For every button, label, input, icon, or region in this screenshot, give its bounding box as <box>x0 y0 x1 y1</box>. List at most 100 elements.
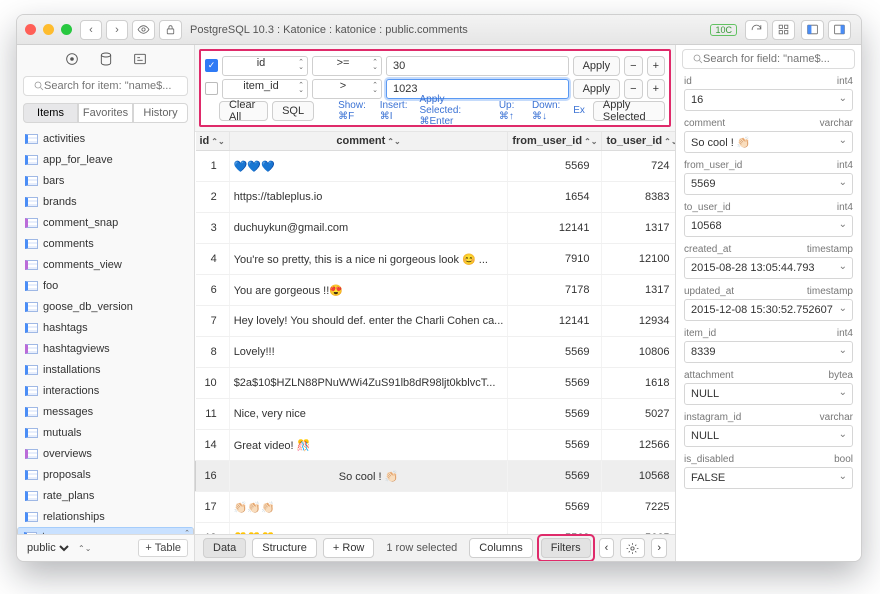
sidebar-search-input[interactable] <box>23 76 188 96</box>
table-row[interactable]: 11Nice, very nice556950272015-09-1908:38… <box>196 399 676 430</box>
structure-tab[interactable]: Structure <box>252 538 317 558</box>
forward-button[interactable]: › <box>106 20 128 40</box>
sidebar-item-app_for_leave[interactable]: app_for_leave <box>17 149 194 170</box>
tab-items[interactable]: Items <box>23 103 78 123</box>
table-row[interactable]: 17👏🏻👏🏻👏🏻556972252015-10-0206:23:38.88420… <box>196 492 676 523</box>
filter-val-1[interactable] <box>386 56 569 76</box>
table-icon <box>25 134 38 144</box>
field-value[interactable] <box>684 299 853 321</box>
sidebar-item-hashtagviews[interactable]: hashtagviews <box>17 338 194 359</box>
filter-check-2[interactable] <box>205 82 218 95</box>
sidebar-item-comment_snap[interactable]: comment_snap <box>17 212 194 233</box>
sidebar-tabs[interactable]: Items Favorites History <box>23 103 188 123</box>
field-value[interactable] <box>684 215 853 237</box>
sidebar-item-rate_plans[interactable]: rate_plans <box>17 485 194 506</box>
grid-view-button[interactable] <box>772 20 795 40</box>
query-icon[interactable] <box>64 51 80 70</box>
sidebar-item-messages[interactable]: messages <box>17 401 194 422</box>
col-id[interactable]: id⌃⌄ <box>196 132 230 151</box>
col-from_user_id[interactable]: from_user_id⌃⌄ <box>508 132 602 151</box>
sidebar-item-comments_view[interactable]: comments_view <box>17 254 194 275</box>
sidebar-item-brands[interactable]: brands <box>17 191 194 212</box>
field-value[interactable] <box>684 131 853 153</box>
field-value[interactable] <box>684 89 853 111</box>
left-pane-toggle[interactable] <box>801 20 824 40</box>
col-comment[interactable]: comment⌃⌄ <box>229 132 508 151</box>
filter-apply-2[interactable]: Apply <box>573 79 621 99</box>
inspector-search[interactable] <box>682 49 855 69</box>
table-row[interactable]: 7Hey lovely! You should def. enter the C… <box>196 306 676 337</box>
sidebar-item-hashtags[interactable]: hashtags <box>17 317 194 338</box>
filter-check-1[interactable]: ✓ <box>205 59 218 72</box>
data-grid[interactable]: id⌃⌄comment⌃⌄from_user_id⌃⌄to_user_id⌃⌄c… <box>195 131 675 534</box>
tab-history[interactable]: History <box>133 103 188 123</box>
add-table-button[interactable]: + Table <box>138 539 188 557</box>
lock-button[interactable] <box>159 20 182 40</box>
sql-icon[interactable] <box>132 51 148 70</box>
gear-button[interactable] <box>620 538 645 558</box>
table-row[interactable]: 6You are gorgeous !!😍717813172015-09-072… <box>196 275 676 306</box>
filter-col-2[interactable]: item_id <box>222 79 308 99</box>
columns-button[interactable]: Columns <box>469 538 532 558</box>
filters-button[interactable]: Filters <box>541 538 591 558</box>
field-type: timestamp <box>807 244 853 255</box>
next-button[interactable]: › <box>651 538 667 558</box>
add-row-button[interactable]: + Row <box>323 538 375 558</box>
table-row[interactable]: 8Lovely!!!5569108062015-09-0218:28:47.20… <box>196 337 676 368</box>
sidebar-item-relationships[interactable]: relationships <box>17 506 194 527</box>
filter-add-1[interactable]: + <box>647 56 665 76</box>
tab-favorites[interactable]: Favorites <box>78 103 133 123</box>
table-row[interactable]: 19🎊🎊🎊556956652015-11-2410:12:39.3222015-… <box>196 523 676 535</box>
sidebar-search[interactable] <box>23 76 188 96</box>
filter-remove-2[interactable]: − <box>624 79 642 99</box>
sidebar-item-interactions[interactable]: interactions <box>17 380 194 401</box>
field-value[interactable] <box>684 383 853 405</box>
sidebar-item-installations[interactable]: installations <box>17 359 194 380</box>
refresh-button[interactable] <box>745 20 768 40</box>
sql-button[interactable]: SQL <box>272 101 314 121</box>
field-value[interactable] <box>684 467 853 489</box>
field-value[interactable] <box>684 341 853 363</box>
sidebar-item-overviews[interactable]: overviews <box>17 443 194 464</box>
database-icon[interactable] <box>98 51 114 70</box>
visibility-button[interactable] <box>132 20 155 40</box>
table-name: interactions <box>43 385 99 397</box>
data-tab[interactable]: Data <box>203 538 246 558</box>
right-pane-toggle[interactable] <box>828 20 851 40</box>
back-button[interactable]: ‹ <box>80 20 102 40</box>
sidebar-item-comments[interactable]: comments <box>17 233 194 254</box>
table-row[interactable]: 3duchuykun@gmail.com1214113172015-08-140… <box>196 213 676 244</box>
filter-op-1[interactable]: >= <box>312 56 382 76</box>
apply-selected-button[interactable]: Apply Selected <box>593 101 665 121</box>
filter-apply-1[interactable]: Apply <box>573 56 621 76</box>
inspector-search-input[interactable] <box>682 49 855 69</box>
field-value[interactable] <box>684 425 853 447</box>
table-row[interactable]: 4You're so pretty, this is a nice ni gor… <box>196 244 676 275</box>
sidebar-item-mutuals[interactable]: mutuals <box>17 422 194 443</box>
table-row[interactable]: 16So cool ! 👏🏻5569105682015-08-2813:05:4… <box>196 461 676 492</box>
col-to_user_id[interactable]: to_user_id⌃⌄ <box>602 132 675 151</box>
schema-select[interactable]: public <box>23 541 72 555</box>
sidebar-item-foo[interactable]: foo <box>17 275 194 296</box>
sidebar-item-bars[interactable]: bars <box>17 170 194 191</box>
table-row[interactable]: 14Great video! 🎊5569125662015-10-1716:52… <box>196 430 676 461</box>
filter-add-2[interactable]: + <box>647 79 665 99</box>
field-value[interactable] <box>684 173 853 195</box>
table-row[interactable]: 2https://tableplus.io165483832015-10-030… <box>196 182 676 213</box>
filter-remove-1[interactable]: − <box>624 56 642 76</box>
close-icon[interactable] <box>25 24 36 35</box>
sidebar-item-activities[interactable]: activities <box>17 128 194 149</box>
prev-button[interactable]: ‹ <box>599 538 615 558</box>
filter-op-2[interactable]: > <box>312 79 382 99</box>
field-value[interactable] <box>684 257 853 279</box>
sidebar-item-proposals[interactable]: proposals <box>17 464 194 485</box>
zoom-icon[interactable] <box>61 24 72 35</box>
table-name: hashtags <box>43 322 88 334</box>
minimize-icon[interactable] <box>43 24 54 35</box>
sidebar-item-goose_db_version[interactable]: goose_db_version <box>17 296 194 317</box>
clear-all-button[interactable]: Clear All <box>219 101 268 121</box>
table-row[interactable]: 1💙💙💙55697242015-11-0921:11:21.6142015-12… <box>196 151 676 182</box>
table-row[interactable]: 10$2a$10$HZLN88PNuWWi4ZuS91lb8dR98ljt0kb… <box>196 368 676 399</box>
sidebar-item-tags[interactable]: tags <box>17 527 194 534</box>
filter-col-1[interactable]: id <box>222 56 308 76</box>
